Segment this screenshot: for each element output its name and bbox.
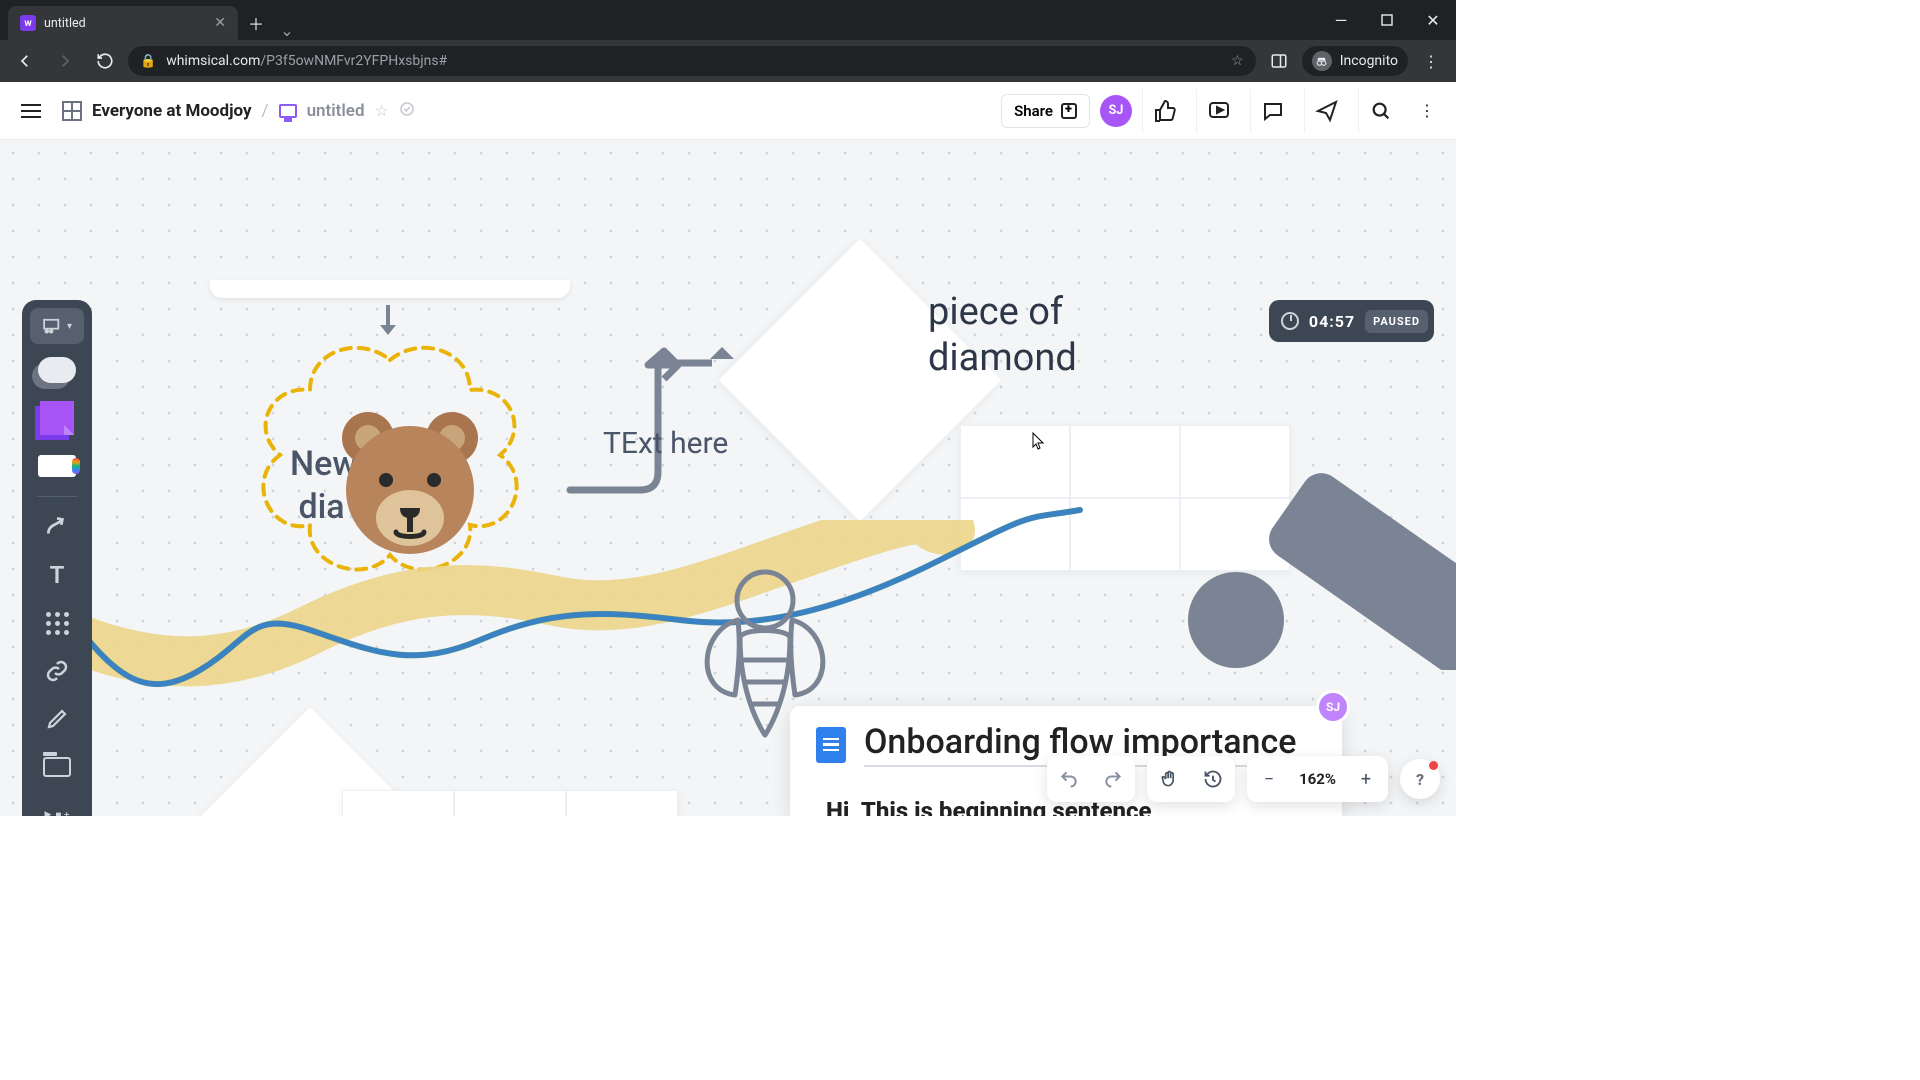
tool-card[interactable] <box>30 444 84 488</box>
address-bar[interactable]: 🔒 whimsical.com/P3f5owNMFvr2YFPHxsbjns# … <box>128 46 1256 76</box>
comments-button[interactable] <box>1250 89 1294 133</box>
canvas-text-arrow-label[interactable]: TExt here <box>603 426 728 461</box>
window-close-button[interactable]: ✕ <box>1410 0 1456 40</box>
tool-section[interactable] <box>30 745 84 789</box>
undo-button[interactable] <box>1047 756 1091 802</box>
browser-toolbar: 🔒 whimsical.com/P3f5owNMFvr2YFPHxsbjns# … <box>0 40 1456 82</box>
url-path: /P3f5owNMFvr2YFPHxsbjns# <box>260 53 447 69</box>
nav-reload-button[interactable] <box>88 44 122 78</box>
close-tab-icon[interactable]: ✕ <box>214 15 226 31</box>
browser-tab-active[interactable]: w untitled ✕ <box>8 6 238 40</box>
browser-menu-icon[interactable]: ⋮ <box>1414 44 1448 78</box>
tool-draw[interactable] <box>30 697 84 741</box>
tool-more[interactable] <box>30 793 84 816</box>
timer-value: 04:57 <box>1309 312 1355 331</box>
breadcrumb-separator: / <box>262 101 269 121</box>
like-button[interactable] <box>1142 89 1186 133</box>
favorite-star-icon[interactable]: ☆ <box>375 101 389 120</box>
zoom-level[interactable]: 162% <box>1291 770 1344 788</box>
tab-title: untitled <box>44 16 86 31</box>
timer-state[interactable]: PAUSED <box>1365 310 1428 333</box>
arrow-down-icon[interactable] <box>376 305 400 343</box>
canvas[interactable]: ▾ T 04:57 PAUSED <box>0 140 1456 816</box>
collaborator-avatar[interactable]: SJ <box>1316 690 1350 724</box>
search-button[interactable] <box>1358 89 1402 133</box>
canvas-footer-controls: − 162% + ? <box>1047 756 1440 802</box>
doc-title[interactable]: untitled <box>307 101 365 121</box>
breadcrumb: Everyone at Moodjoy / untitled ☆ <box>62 101 415 121</box>
tool-text[interactable]: T <box>30 553 84 597</box>
history-controls <box>1047 756 1135 802</box>
canvas-shape-table-b[interactable] <box>342 790 678 816</box>
redo-button[interactable] <box>1091 756 1135 802</box>
timer-widget[interactable]: 04:57 PAUSED <box>1269 300 1434 342</box>
zoom-controls: − 162% + <box>1247 756 1388 802</box>
menu-button[interactable] <box>14 94 48 128</box>
send-button[interactable] <box>1304 89 1348 133</box>
present-button[interactable] <box>1196 89 1240 133</box>
nav-forward-button[interactable] <box>48 44 82 78</box>
toolbar-divider <box>37 496 77 497</box>
share-button[interactable]: Share <box>1001 94 1090 128</box>
app-header: Everyone at Moodjoy / untitled ☆ Share S… <box>0 82 1456 140</box>
user-avatar[interactable]: SJ <box>1100 95 1132 127</box>
help-button[interactable]: ? <box>1400 759 1440 799</box>
tab-search-icon[interactable]: ⌄ <box>270 21 304 40</box>
share-label: Share <box>1014 102 1053 120</box>
workspace-name[interactable]: Everyone at Moodjoy <box>92 101 252 121</box>
canvas-brush-stroke[interactable] <box>80 520 1080 720</box>
new-tab-button[interactable]: ＋ <box>242 9 270 37</box>
tool-mode-selector[interactable]: ▾ <box>30 308 84 344</box>
canvas-connector-arrow[interactable] <box>560 345 740 495</box>
board-icon <box>279 104 297 118</box>
zoom-in-button[interactable]: + <box>1344 756 1388 802</box>
canvas-text-diamond-label[interactable]: piece ofdiamond <box>928 290 1077 381</box>
view-controls <box>1147 756 1235 802</box>
tool-shapes-grid[interactable] <box>30 601 84 645</box>
tool-connector[interactable] <box>30 505 84 549</box>
tool-flowchart[interactable] <box>30 348 84 392</box>
favicon-icon: w <box>20 15 36 31</box>
left-toolbar: ▾ T <box>22 300 92 816</box>
canvas-shape-card-top[interactable] <box>210 280 570 298</box>
stopwatch-icon <box>1281 312 1299 330</box>
lock-icon: 🔒 <box>140 54 156 69</box>
sync-status-icon[interactable] <box>399 101 415 121</box>
tool-link[interactable] <box>30 649 84 693</box>
doc-icon <box>816 727 846 763</box>
window-minimize-button[interactable]: — <box>1318 0 1364 40</box>
incognito-label: Incognito <box>1340 53 1398 69</box>
pan-hand-button[interactable] <box>1147 756 1191 802</box>
url-domain: whimsical.com <box>166 53 260 69</box>
cursor-icon <box>1032 432 1044 450</box>
app-more-button[interactable]: ⋮ <box>1412 89 1442 133</box>
share-icon <box>1061 103 1077 119</box>
nav-back-button[interactable] <box>8 44 42 78</box>
incognito-indicator[interactable]: Incognito <box>1302 46 1408 76</box>
side-panel-icon[interactable] <box>1262 44 1296 78</box>
canvas-shape-pencil[interactable] <box>1176 440 1456 670</box>
bear-emoji-icon[interactable] <box>330 400 490 560</box>
bookmark-star-icon[interactable]: ☆ <box>1231 53 1244 69</box>
incognito-icon <box>1312 51 1332 71</box>
version-history-button[interactable] <box>1191 756 1235 802</box>
browser-tab-strip: w untitled ✕ ＋ ⌄ — ✕ <box>0 0 1456 40</box>
zoom-out-button[interactable]: − <box>1247 756 1291 802</box>
tool-sticky-note[interactable] <box>30 396 84 440</box>
workspace-icon <box>62 101 82 121</box>
window-maximize-button[interactable] <box>1364 0 1410 40</box>
canvas-line-wavy[interactable] <box>80 500 1090 730</box>
